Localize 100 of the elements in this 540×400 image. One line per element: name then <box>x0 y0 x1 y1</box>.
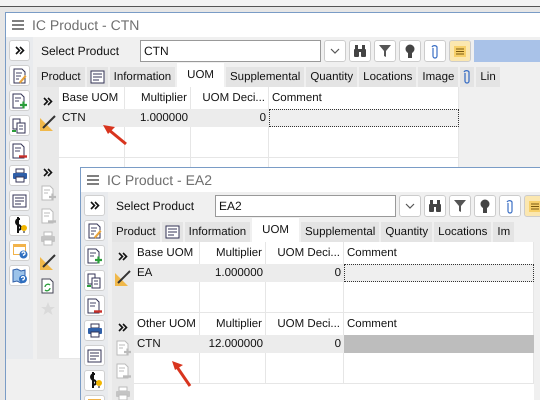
printer-icon <box>40 231 56 246</box>
list-document-icon <box>90 70 105 84</box>
menu-icon[interactable] <box>87 175 99 185</box>
annotation-arrow <box>102 124 128 146</box>
table-cell: CTN <box>134 335 200 353</box>
notes-button[interactable] <box>449 40 471 62</box>
tab[interactable]: UOM <box>252 218 300 242</box>
tab[interactable]: Lin <box>476 67 500 87</box>
toolbar-button[interactable] <box>9 90 30 111</box>
add-document-icon <box>12 92 27 108</box>
table-cell: 0 <box>191 109 269 127</box>
dropdown-button[interactable] <box>399 195 421 217</box>
annotation-arrow <box>170 360 192 388</box>
toolbar-button[interactable] <box>9 140 30 161</box>
expand-icon <box>118 322 128 332</box>
attachment-button[interactable] <box>424 40 446 62</box>
table-cell: EA <box>134 264 200 282</box>
toolbar-button[interactable] <box>9 65 30 86</box>
edit-document-icon <box>88 222 102 238</box>
menu-icon[interactable] <box>12 20 24 30</box>
table-cell: 1.000000 <box>125 109 191 127</box>
binoculars-button[interactable] <box>424 195 446 217</box>
notes-button[interactable] <box>524 195 540 217</box>
chevron-down-icon <box>405 203 415 209</box>
bulb-button[interactable] <box>474 195 496 217</box>
table-cell: 0 <box>266 264 344 282</box>
expand-icon <box>43 168 53 176</box>
product-field[interactable]: CTN <box>140 40 321 62</box>
tab[interactable]: Locations <box>359 67 416 87</box>
expand-icon <box>118 252 128 260</box>
toolbar-button[interactable] <box>9 190 30 211</box>
help-card-icon <box>12 242 28 258</box>
expand-button[interactable] <box>84 195 105 216</box>
attachment-button[interactable] <box>499 195 521 217</box>
list-document-icon <box>12 194 27 208</box>
printer-icon <box>115 386 131 400</box>
lightbulb-icon <box>480 198 490 214</box>
printer-icon <box>12 168 28 183</box>
tab[interactable]: Im <box>493 222 514 242</box>
toolbar-button[interactable] <box>84 220 105 241</box>
toolbar-button[interactable] <box>84 245 105 266</box>
tab[interactable]: Quantity <box>381 222 432 242</box>
toolbar-button[interactable] <box>84 270 105 291</box>
help-map-icon <box>12 268 28 284</box>
remove-document-icon <box>40 208 56 224</box>
product-field[interactable]: EA2 <box>215 195 396 217</box>
toolbar-button[interactable] <box>84 345 105 366</box>
chevron-down-icon <box>330 48 340 54</box>
toolbar-button[interactable] <box>9 115 30 136</box>
table-cell: 12.000000 <box>200 335 266 353</box>
ruler-pencil-icon <box>39 114 57 132</box>
toolbar-button[interactable] <box>84 295 105 316</box>
expand-icon <box>90 201 100 210</box>
tab[interactable]: Product <box>112 222 160 242</box>
table-cell: 0 <box>266 335 344 353</box>
copy-document-icon <box>12 118 27 134</box>
comment-cell[interactable] <box>344 335 534 353</box>
tab[interactable]: Image <box>418 67 458 87</box>
binoculars-button[interactable] <box>349 40 371 62</box>
comment-cell[interactable] <box>269 109 459 127</box>
toolbar-button[interactable] <box>9 265 30 286</box>
tab[interactable]: Product <box>37 67 85 87</box>
comment-cell[interactable] <box>344 264 534 282</box>
tab[interactable]: Quantity <box>306 67 358 87</box>
ruler-pencil-icon <box>39 253 57 271</box>
printer-icon <box>86 323 102 338</box>
select-product-label: Select Product <box>41 44 120 58</box>
notes-icon <box>453 44 467 58</box>
tab[interactable]: Information <box>184 222 250 242</box>
bulb-button[interactable] <box>399 40 421 62</box>
filter-button[interactable] <box>374 40 396 62</box>
notes-icon <box>528 200 540 212</box>
refresh-document-icon <box>41 278 55 294</box>
edit-document-icon <box>12 68 26 84</box>
paperclip-icon <box>431 44 439 58</box>
filter-icon <box>453 199 467 213</box>
copy-document-icon <box>87 272 102 288</box>
add-document-icon <box>116 340 130 356</box>
tab[interactable]: Information <box>110 67 176 87</box>
ruler-pencil-icon <box>114 269 132 287</box>
tab[interactable]: Supplemental <box>226 67 304 87</box>
toolbar-button[interactable] <box>9 215 30 236</box>
toolbar-button[interactable] <box>84 370 105 391</box>
toolbar-button[interactable] <box>9 165 30 186</box>
tab[interactable]: UOM <box>177 63 224 87</box>
filter-button[interactable] <box>449 195 471 217</box>
binoculars-icon <box>353 44 367 58</box>
table-cell: 1.000000 <box>200 264 266 282</box>
dropdown-button[interactable] <box>324 40 346 62</box>
paperclip-icon <box>506 198 514 214</box>
toolbar-button[interactable] <box>84 320 105 341</box>
binoculars-icon <box>428 199 442 213</box>
expand-icon <box>14 46 24 55</box>
expand-button[interactable] <box>9 40 30 61</box>
add-document-icon <box>87 248 102 264</box>
window-title: IC Product - CTN <box>32 17 140 33</box>
tab[interactable]: Supplemental <box>301 222 380 242</box>
remove-document-icon <box>116 363 130 379</box>
tab[interactable]: Locations <box>434 222 492 242</box>
paperclip-icon <box>463 69 472 85</box>
